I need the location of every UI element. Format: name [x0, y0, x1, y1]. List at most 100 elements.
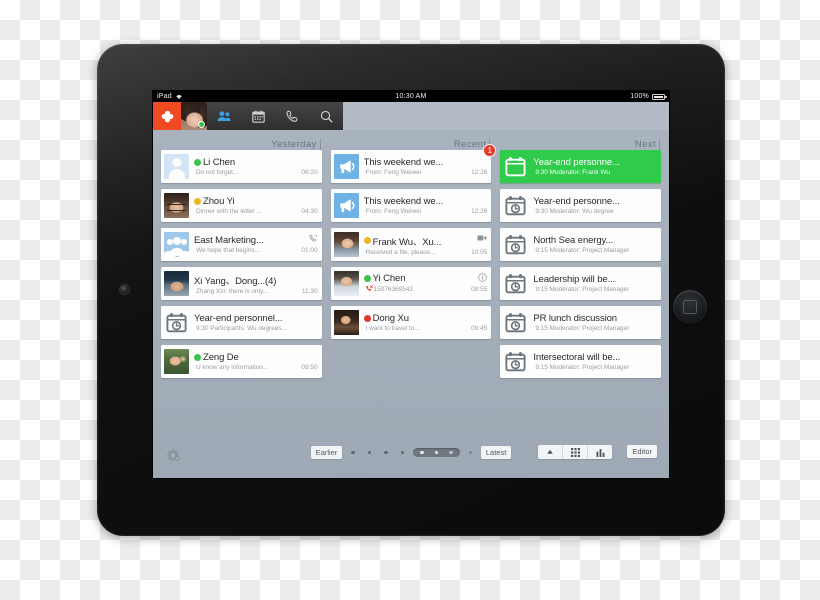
card-thumbnail	[503, 193, 529, 218]
conversation-card[interactable]: North Sea energy... 9:15 Moderator: Proje…	[500, 228, 662, 261]
card-title-row: This weekend we...	[364, 157, 488, 168]
card-thumbnail	[333, 193, 359, 218]
group-avatar-icon	[164, 232, 189, 257]
card-title-row: Dong Xu	[363, 313, 488, 324]
presence-indicator-online	[198, 121, 205, 128]
page-dot-active[interactable]	[449, 450, 453, 455]
card-timestamp: 10:05	[471, 248, 488, 256]
conversation-card[interactable]: PR lunch discussion 9:15 Moderator: Proje…	[500, 306, 662, 339]
card-subtitle-row: 15076369542. 09:55	[364, 285, 488, 294]
page-dot-active[interactable]	[420, 450, 424, 455]
card-title: Frank Wu、Xu...	[372, 236, 442, 248]
conversation-card[interactable]: Leadership will be... 9:15 Moderator: Pro…	[500, 267, 662, 300]
earlier-button[interactable]: Earlier	[310, 446, 343, 459]
page-dot[interactable]	[400, 450, 405, 455]
card-thumbnail	[503, 349, 529, 374]
meeting-clock-icon	[503, 193, 529, 218]
card-subtitle-row: 9:15 Moderator: Project Manager	[533, 286, 657, 293]
conversation-card[interactable]: Zeng De U know any information... 09:50	[161, 345, 322, 378]
column-yesterday: Yesterday Li Chen Do not forget... 06:20 Zho…	[161, 134, 322, 432]
home-button[interactable]	[673, 290, 707, 324]
card-body: This weekend we... From: Feng Weiwei 12:26	[359, 196, 488, 215]
user-avatar[interactable]	[181, 102, 207, 130]
current-page-group[interactable]	[413, 447, 460, 458]
card-title-row: Xi Yang、Dong...(4)	[194, 273, 318, 287]
card-title-row: PR lunch discussion	[533, 313, 657, 324]
grid-view-icon[interactable]	[563, 445, 588, 459]
column-header: Next	[500, 134, 661, 150]
phone-icon[interactable]	[309, 234, 318, 243]
card-body: North Sea energy... 9:15 Moderator: Proje…	[528, 235, 657, 254]
page-dot-active[interactable]	[434, 450, 439, 455]
ipad-device: iPad 10:30 AM 100% Yesterday Li Chen Do …	[97, 44, 725, 536]
bottom-toolbar: Earlier Latest Editor	[153, 434, 669, 478]
conversation-card[interactable]: East Marketing... We hope that begins... 0…	[161, 228, 322, 261]
sort-up-icon[interactable]	[538, 445, 563, 459]
card-title: Year-end personne...	[533, 157, 620, 168]
video-icon[interactable]	[477, 234, 487, 242]
card-body: Year-end personnel... 9:30 Participants: …	[189, 313, 318, 332]
page-dot[interactable]	[468, 451, 472, 454]
conversation-card[interactable]: Li Chen Do not forget... 06:20	[161, 150, 322, 183]
columns-container: Yesterday Li Chen Do not forget... 06:20 Zho…	[161, 134, 662, 432]
page-dot[interactable]	[351, 450, 355, 455]
chart-view-icon[interactable]	[588, 445, 612, 459]
card-title-row: Frank Wu、Xu...	[363, 234, 488, 248]
column-header-label: Yesterday	[271, 139, 317, 150]
conversation-card[interactable]: This weekend we... From: Feng Weiwei 12:26	[330, 189, 492, 222]
card-subtitle-row: Do not forget... 06:20	[194, 169, 318, 176]
card-title-row: Year-end personne...	[533, 157, 657, 168]
meeting-clock-icon	[503, 310, 529, 335]
card-thumbnail	[333, 154, 359, 179]
conversation-card[interactable]: Yi Chen 15076369542. 09:55	[330, 267, 492, 300]
column-header-label: Next	[634, 139, 657, 150]
card-timestamp: 06:20	[301, 169, 318, 176]
phone-icon[interactable]	[275, 102, 309, 130]
conversation-card[interactable]: Year-end personnel... 9:30 Participants: …	[161, 306, 322, 339]
card-snippet: 9:15 Moderator: Project Manager	[535, 286, 630, 293]
conversation-card[interactable]: Xi Yang、Dong...(4) Zhang Xin: there is on…	[161, 267, 322, 300]
presence-indicator-away	[194, 198, 201, 205]
page-dot[interactable]	[384, 450, 388, 455]
card-timestamp: 09:55	[471, 286, 488, 293]
card-subtitle-row: I want to travel to... 09:45	[364, 325, 488, 332]
contact-photo	[333, 271, 359, 296]
clover-logo-icon[interactable]	[153, 102, 181, 130]
card-body: Year-end personne... 9:30 Moderator: Fran…	[528, 157, 657, 176]
card-title: Year-end personnel...	[194, 313, 283, 324]
card-thumbnail	[164, 154, 189, 179]
card-snippet: Received a file, please...	[365, 248, 436, 256]
conversation-card[interactable]: Intersectoral will be... 9:15 Moderator: …	[500, 345, 662, 378]
page-dot[interactable]	[367, 450, 372, 455]
contacts-icon[interactable]	[207, 102, 241, 130]
column-header: Recent	[331, 134, 492, 150]
card-snippet: From: Feng Weiwei	[365, 208, 422, 215]
editor-button[interactable]: Editor	[627, 445, 657, 458]
conversation-card[interactable]: Year-end personne... 9:30 Moderator: Fran…	[500, 150, 662, 183]
card-body: Leadership will be... 9:15 Moderator: Pro…	[528, 274, 657, 293]
conversation-card[interactable]: Zhou Yi Dinner with the letter ... 04:30	[161, 189, 322, 222]
conversation-card[interactable]: This weekend we... From: Feng Weiwei 12:26…	[330, 144, 497, 183]
card-subtitle-row: Dinner with the letter ... 04:30	[194, 208, 318, 215]
card-title-row: Li Chen	[194, 157, 318, 168]
card-title: This weekend we...	[363, 196, 444, 207]
app-toolbar	[153, 102, 669, 130]
card-snippet: 9:30 Moderator: Frank Wu	[535, 169, 610, 176]
card-timestamp: 01:00	[301, 247, 318, 254]
card-subtitle-row: 9:15 Moderator: Project Manager	[533, 364, 657, 371]
presence-indicator-online	[363, 275, 371, 282]
latest-button[interactable]: Latest	[480, 446, 512, 459]
info-icon[interactable]	[478, 273, 488, 282]
conversation-card[interactable]: Frank Wu、Xu... Received a file, please...…	[330, 228, 492, 261]
card-body: PR lunch discussion 9:15 Moderator: Proje…	[528, 313, 657, 332]
card-title: East Marketing...	[194, 235, 264, 246]
conversation-card[interactable]: Year-end personne... 9:30 Moderator: Wu d…	[500, 189, 662, 222]
card-snippet: 9:15 Moderator: Project Manager	[535, 364, 630, 371]
search-icon[interactable]	[309, 102, 343, 130]
card-body: Frank Wu、Xu... Received a file, please...…	[359, 234, 488, 256]
calendar-icon[interactable]	[241, 102, 275, 130]
card-title: Intersectoral will be...	[533, 352, 621, 363]
card-title: Xi Yang、Dong...(4)	[194, 275, 277, 287]
conversation-card[interactable]: Dong Xu I want to travel to... 09:45	[330, 306, 492, 339]
meeting-clock-icon	[503, 271, 529, 296]
